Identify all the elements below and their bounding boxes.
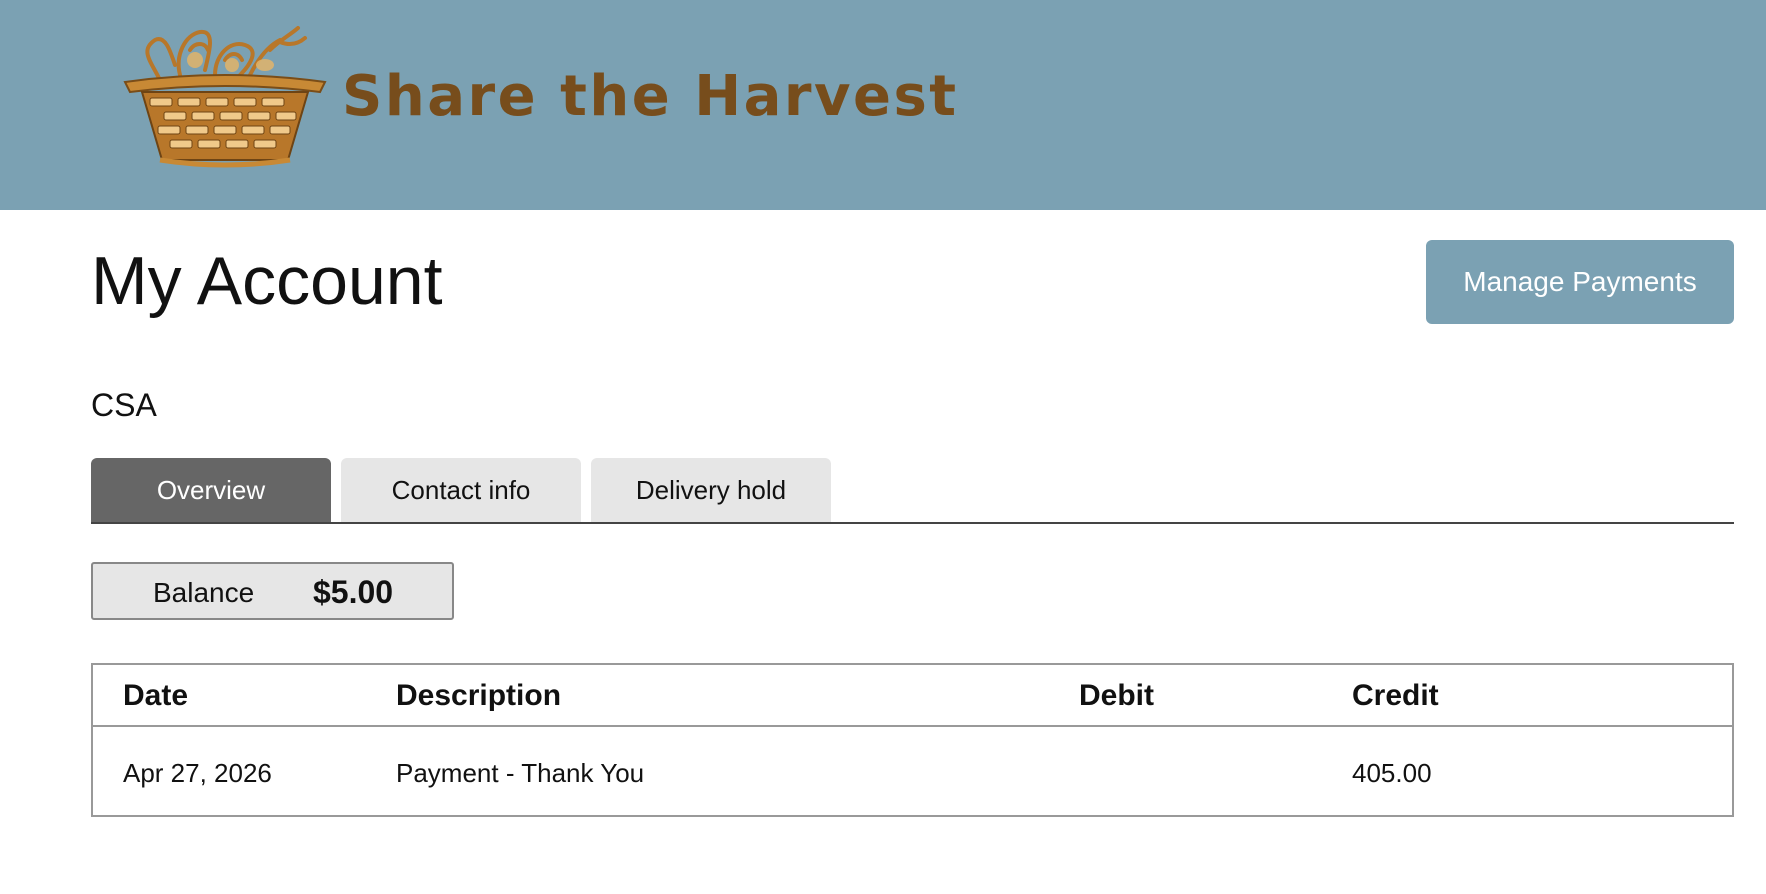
page-title: My Account [91, 243, 443, 319]
column-header-credit: Credit [1352, 679, 1439, 712]
column-header-description: Description [396, 679, 562, 712]
cell-date: Apr 27, 2026 [123, 758, 272, 788]
column-header-date: Date [123, 679, 189, 712]
balance-summary: Balance $5.00 [91, 562, 454, 620]
tab-contact-info[interactable]: Contact info [341, 458, 581, 522]
table-row: Apr 27, 2026 Payment - Thank You 405.00 [93, 727, 1732, 817]
section-label: CSA [91, 387, 157, 423]
column-header-debit: Debit [1079, 679, 1154, 712]
tab-overview[interactable]: Overview [91, 458, 331, 522]
balance-value: $5.00 [313, 574, 394, 610]
manage-payments-button[interactable]: Manage Payments [1426, 240, 1734, 324]
cell-credit: 405.00 [1352, 758, 1432, 788]
site-header: Share the Harvest [0, 0, 1766, 210]
cell-description: Payment - Thank You [396, 758, 645, 788]
brand-name[interactable]: Share the Harvest [342, 64, 959, 129]
table-header: Date Description Debit Credit [93, 665, 1732, 727]
ledger-table: Date Description Debit Credit Apr 27, 20… [91, 663, 1734, 817]
balance-label: Balance [153, 577, 255, 608]
account-tabs: Overview Contact info Delivery hold [91, 458, 1734, 524]
tab-delivery-hold[interactable]: Delivery hold [591, 458, 831, 522]
basket-icon[interactable] [120, 20, 330, 170]
